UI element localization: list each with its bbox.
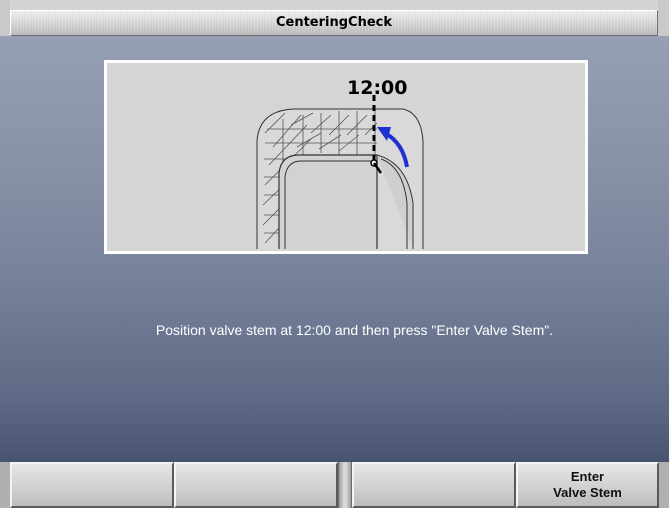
softkey-bar: Enter Valve Stem: [0, 462, 669, 508]
enter-valve-stem-line1: Enter: [570, 469, 605, 484]
enter-valve-stem-line2: Valve Stem: [553, 485, 622, 500]
top-strip: [0, 0, 669, 10]
window-title-bar: CenteringCheck: [10, 10, 658, 36]
softkey-1[interactable]: [10, 462, 174, 508]
tire-illustration: [256, 95, 424, 249]
instruction-text: Position valve stem at 12:00 and then pr…: [155, 322, 554, 338]
softkey-divider: [338, 462, 352, 508]
window-title: CenteringCheck: [275, 15, 393, 30]
clock-position-label: 12:00: [347, 77, 408, 99]
tire-valve-stem-diagram: 12:00: [107, 63, 585, 251]
softkey-2[interactable]: [174, 462, 338, 508]
softkey-bar-right-edge: [659, 462, 669, 508]
enter-valve-stem-button[interactable]: Enter Valve Stem: [516, 462, 659, 508]
tire-inner-sidewall: [278, 154, 378, 249]
titlebar-left-edge: [0, 0, 10, 36]
softkey-3[interactable]: [352, 462, 516, 508]
softkey-bar-left-edge: [0, 462, 10, 508]
titlebar-right-edge: [658, 0, 669, 36]
illustration-frame: 12:00: [104, 60, 588, 254]
